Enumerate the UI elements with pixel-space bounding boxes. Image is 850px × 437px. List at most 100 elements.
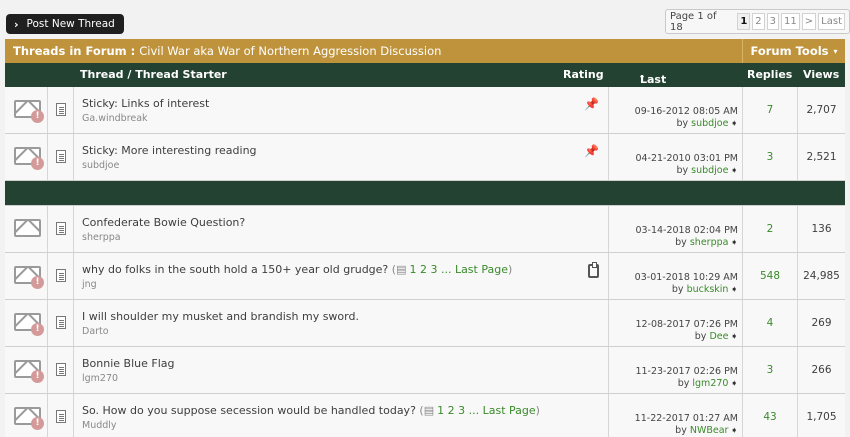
col-replies[interactable]: Replies <box>747 68 792 81</box>
last-post-cell: 04-21-2010 03:01 PM by subdjoe ➧ <box>609 134 743 180</box>
status-cell: ! <box>5 300 48 346</box>
sticky-row[interactable]: ! Sticky: Links of interest Ga.windbreak… <box>5 87 845 134</box>
forum-tools-button[interactable]: Forum Tools ▾ <box>742 39 845 63</box>
thread-title-link[interactable]: Sticky: Links of interest <box>82 97 209 110</box>
thread-title-link[interactable]: So. How do you suppose secession would b… <box>82 404 416 417</box>
last-post-user[interactable]: buckskin <box>687 284 729 295</box>
thread-row[interactable]: ! why do folks in the south hold a 150+ … <box>5 253 845 300</box>
title-cell: So. How do you suppose secession would b… <box>74 394 609 437</box>
multipage-icon: ▤ <box>423 404 435 417</box>
thread-title-link[interactable]: Sticky: More interesting reading <box>82 144 257 157</box>
thread-page-links[interactable]: 1 2 3 ... Last Page <box>409 263 508 276</box>
last-post-by: by subdjoe ➧ <box>676 165 738 176</box>
page-link-1[interactable]: 1 <box>737 13 751 30</box>
replies-cell: 3 <box>743 134 798 180</box>
thread-row[interactable]: ! Bonnie Blue Flag lgm270 11-23-2017 02:… <box>5 347 845 394</box>
page-link-2[interactable]: 2 <box>752 13 765 30</box>
thread-starter[interactable]: subdjoe <box>82 160 119 171</box>
last-post-user[interactable]: NWBear <box>690 425 729 436</box>
status-cell: ! <box>5 87 48 133</box>
page-next-button[interactable]: > <box>801 13 817 30</box>
go-to-last-post-icon[interactable]: ➧ <box>730 285 738 295</box>
page-link-11[interactable]: 11 <box>781 13 800 30</box>
last-post-by: by buckskin ➧ <box>671 284 738 295</box>
forum-name: Civil War aka War of Northern Aggression… <box>139 44 442 58</box>
replies-cell: 43 <box>743 394 798 437</box>
title-cell: Bonnie Blue Flag lgm270 <box>74 347 609 393</box>
last-post-date: 04-21-2010 03:01 PM <box>635 153 738 164</box>
clipboard-icon <box>588 262 599 278</box>
replies-cell: 7 <box>743 87 798 133</box>
thread-starter[interactable]: jng <box>82 279 97 290</box>
thread-row[interactable]: ! So. How do you suppose secession would… <box>5 394 845 437</box>
thread-title-link[interactable]: Bonnie Blue Flag <box>82 357 175 370</box>
view-count: 24,985 <box>803 270 840 282</box>
reply-count[interactable]: 3 <box>743 364 797 376</box>
reply-count[interactable]: 4 <box>743 317 797 329</box>
sort-desc-icon: ▾ <box>640 73 645 82</box>
go-to-last-post-icon[interactable]: ➧ <box>730 238 738 248</box>
last-post-user[interactable]: subdjoe <box>691 118 728 129</box>
last-post-date: 11-22-2017 01:27 AM <box>634 413 738 424</box>
page-link-3[interactable]: 3 <box>766 13 780 30</box>
pagination: Page 1 of 18 1 2 3 11 > Last <box>665 9 850 34</box>
sticky-separator <box>5 181 845 206</box>
thread-title-link[interactable]: why do folks in the south hold a 150+ ye… <box>82 263 388 276</box>
last-post-user[interactable]: subdjoe <box>691 165 728 176</box>
thread-doc-icon <box>56 150 66 163</box>
status-cell <box>5 206 48 252</box>
last-post-user[interactable]: lgm270 <box>692 378 728 389</box>
thread-starter[interactable]: Muddly <box>82 420 117 431</box>
title-cell: I will shoulder my musket and brandish m… <box>74 300 609 346</box>
thread-title-link[interactable]: Confederate Bowie Question? <box>82 216 245 229</box>
last-post-cell: 11-22-2017 01:27 AM by NWBear ➧ <box>609 394 743 437</box>
reply-count[interactable]: 2 <box>743 223 797 235</box>
col-views[interactable]: Views <box>803 68 839 81</box>
status-cell: ! <box>5 134 48 180</box>
last-post-user[interactable]: sherppa <box>690 237 729 248</box>
thread-starter[interactable]: Ga.windbreak <box>82 113 148 124</box>
icon-cell <box>48 394 74 437</box>
col-rating[interactable]: Rating <box>563 68 604 81</box>
go-to-last-post-icon[interactable]: ➧ <box>730 379 738 389</box>
post-new-thread-label: Post New Thread <box>26 18 115 30</box>
envelope-icon <box>14 219 41 237</box>
thread-title-link[interactable]: I will shoulder my musket and brandish m… <box>82 310 359 323</box>
go-to-last-post-icon[interactable]: ➧ <box>730 332 738 342</box>
unread-alert-icon: ! <box>31 110 44 123</box>
title-cell: Sticky: Links of interest Ga.windbreak 📌 <box>74 87 609 133</box>
col-thread-starter[interactable]: Thread / Thread Starter <box>80 68 227 81</box>
sticky-row[interactable]: ! Sticky: More interesting reading subdj… <box>5 134 845 181</box>
go-to-last-post-icon[interactable]: ➧ <box>730 166 738 176</box>
last-post-cell: 03-01-2018 10:29 AM by buckskin ➧ <box>609 253 743 299</box>
views-cell: 2,707 <box>798 87 845 133</box>
thread-starter[interactable]: Darto <box>82 326 109 337</box>
page-last-button[interactable]: Last <box>818 13 845 30</box>
caret-down-icon: ▾ <box>833 46 838 56</box>
reply-count[interactable]: 7 <box>743 104 797 116</box>
unread-alert-icon: ! <box>31 276 44 289</box>
forum-title: Threads in Forum : Civil War aka War of … <box>5 44 742 58</box>
icon-cell <box>48 206 74 252</box>
views-cell: 2,521 <box>798 134 845 180</box>
reply-count[interactable]: 3 <box>743 151 797 163</box>
thread-page-links[interactable]: 1 2 3 ... Last Page <box>437 404 536 417</box>
thread-doc-icon <box>56 410 66 423</box>
thread-starter[interactable]: lgm270 <box>82 373 118 384</box>
thread-row[interactable]: ! I will shoulder my musket and brandish… <box>5 300 845 347</box>
thread-doc-icon <box>56 103 66 116</box>
view-count: 2,707 <box>806 104 837 116</box>
thread-title: why do folks in the south hold a 150+ ye… <box>82 263 513 276</box>
go-to-last-post-icon[interactable]: ➧ <box>730 119 738 129</box>
pin-icon: 📌 <box>584 144 599 158</box>
reply-count[interactable]: 548 <box>743 270 797 282</box>
title-cell: Sticky: More interesting reading subdjoe… <box>74 134 609 180</box>
views-cell: 24,985 <box>798 253 845 299</box>
thread-row[interactable]: Confederate Bowie Question? sherppa 03-1… <box>5 206 845 253</box>
thread-starter[interactable]: sherppa <box>82 232 121 243</box>
thread-doc-icon <box>56 269 66 282</box>
reply-count[interactable]: 43 <box>743 411 797 423</box>
last-post-user[interactable]: Dee <box>709 331 728 342</box>
go-to-last-post-icon[interactable]: ➧ <box>730 426 738 436</box>
post-new-thread-button[interactable]: › Post New Thread <box>6 14 124 34</box>
